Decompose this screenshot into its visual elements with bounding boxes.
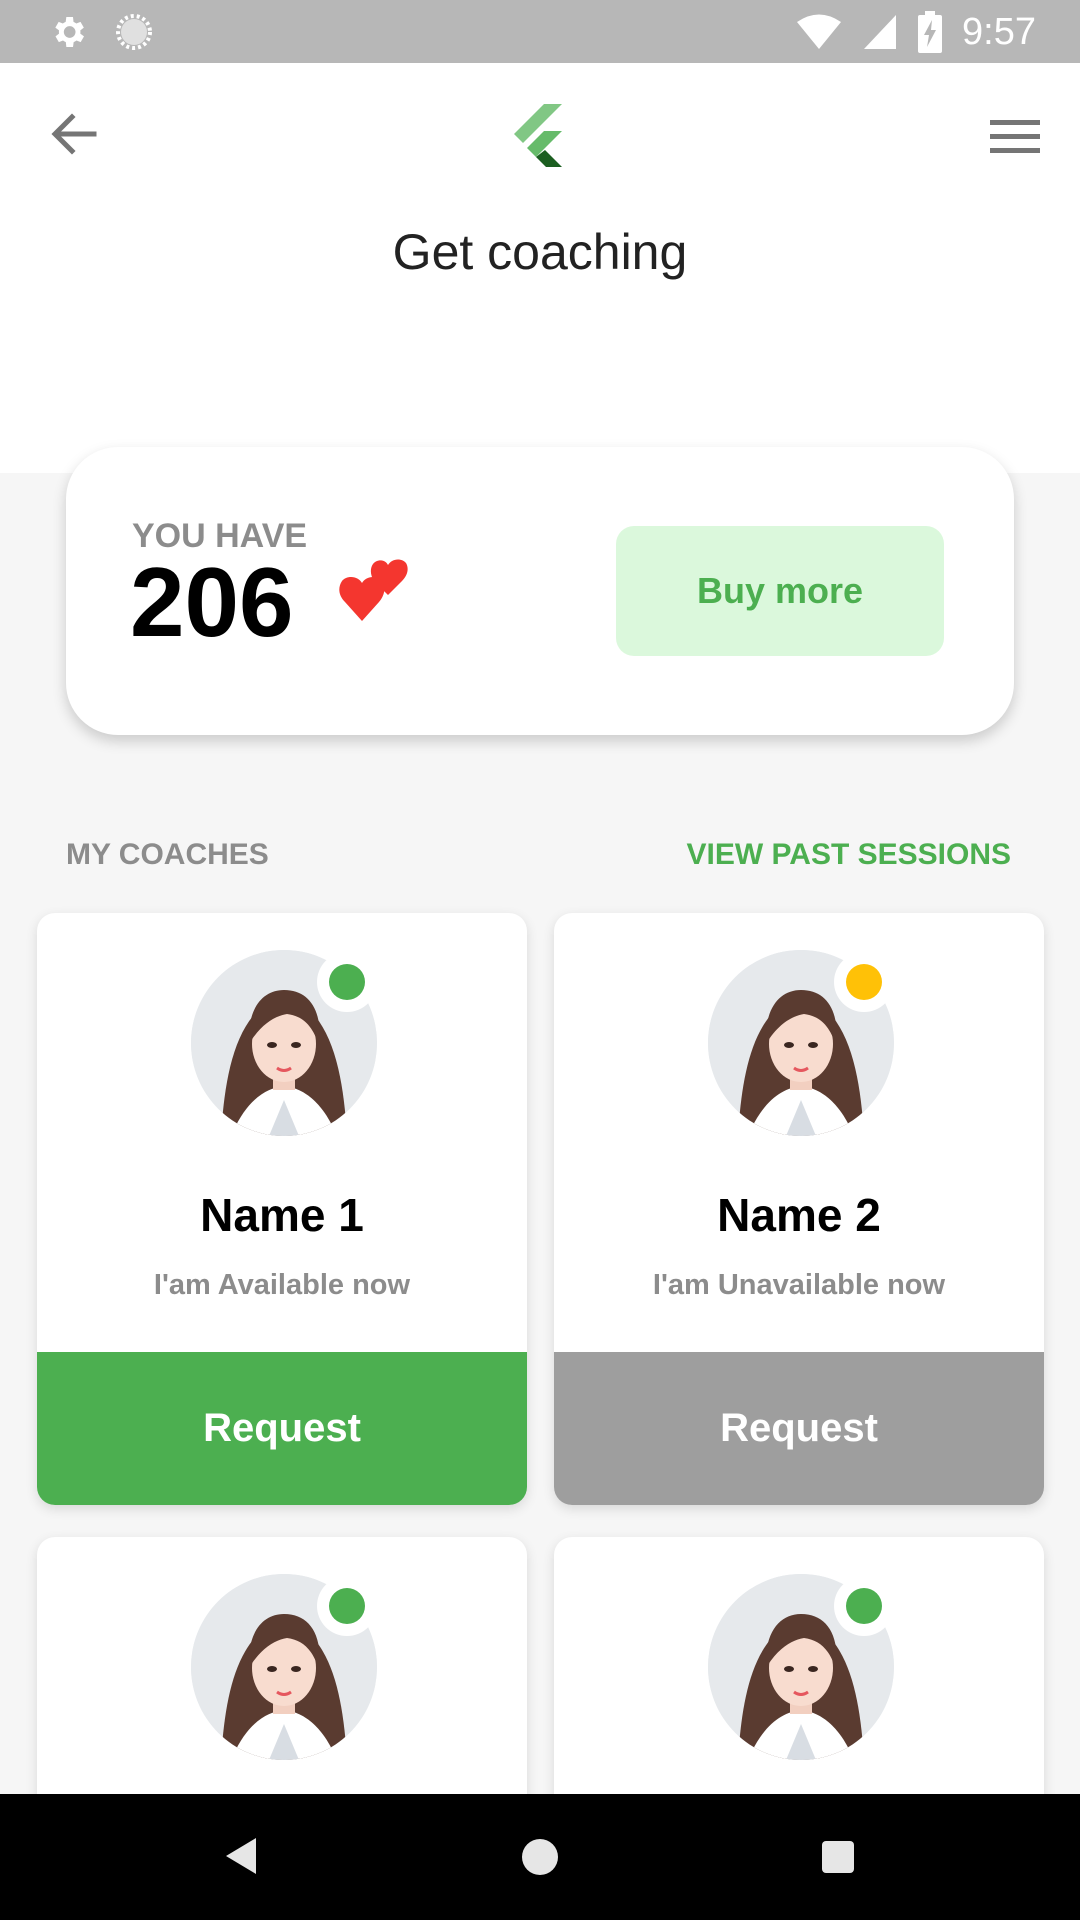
- coach-avatar-wrap: [191, 1574, 377, 1760]
- coach-card-4[interactable]: [554, 1537, 1044, 1837]
- system-nav-bar: [0, 1794, 1080, 1920]
- sync-spinner-icon: [116, 14, 152, 50]
- status-dot-fill: [329, 964, 365, 1000]
- request-button[interactable]: Request: [554, 1352, 1044, 1505]
- wifi-icon: [797, 14, 842, 49]
- settings-gear-icon: [55, 17, 84, 47]
- arrow-left-icon[interactable]: [48, 108, 100, 160]
- away-status-indicator: [834, 952, 894, 1012]
- status-bar: 9:57: [0, 0, 1080, 63]
- coach-availability: I'am Available now: [153, 1269, 411, 1301]
- status-time: 9:57: [962, 11, 1036, 53]
- battery-charging-icon: [918, 11, 943, 53]
- my-coaches-label: MY COACHES: [66, 838, 269, 871]
- coach-avatar-wrap: [708, 1574, 894, 1760]
- two-hearts-icon: [339, 559, 408, 621]
- heart-balance-card: YOU HAVE 206 Buy more: [66, 447, 1014, 735]
- cellular-signal-icon: [864, 15, 897, 49]
- heart-count: 206: [130, 547, 294, 657]
- nav-home-icon[interactable]: [522, 1839, 558, 1875]
- coach-card-1[interactable]: Name 1 I'am Available now Request: [37, 913, 527, 1505]
- coach-avatar-wrap: [708, 950, 894, 1136]
- coach-card-2[interactable]: Name 2 I'am Unavailable now Request: [554, 913, 1044, 1505]
- online-status-indicator: [317, 1576, 377, 1636]
- coach-name: Name 1: [200, 1189, 364, 1241]
- online-status-indicator: [834, 1576, 894, 1636]
- status-dot-fill: [846, 1588, 882, 1624]
- online-status-indicator: [317, 952, 377, 1012]
- flutter-logo-icon: [514, 104, 562, 167]
- buy-more-button[interactable]: Buy more: [616, 526, 944, 656]
- nav-recents-icon[interactable]: [822, 1841, 854, 1873]
- coach-name: Name 2: [717, 1189, 881, 1241]
- nav-back-icon[interactable]: [224, 1836, 258, 1876]
- page-title: Get coaching: [392, 224, 688, 280]
- status-dot-fill: [329, 1588, 365, 1624]
- request-button[interactable]: Request: [37, 1352, 527, 1505]
- view-past-sessions-link[interactable]: VIEW PAST SESSIONS: [686, 838, 1011, 872]
- hamburger-menu-icon[interactable]: [990, 118, 1040, 156]
- status-dot-fill: [846, 964, 882, 1000]
- coach-availability: I'am Unavailable now: [652, 1269, 946, 1301]
- coach-card-3[interactable]: [37, 1537, 527, 1837]
- coach-avatar-wrap: [191, 950, 377, 1136]
